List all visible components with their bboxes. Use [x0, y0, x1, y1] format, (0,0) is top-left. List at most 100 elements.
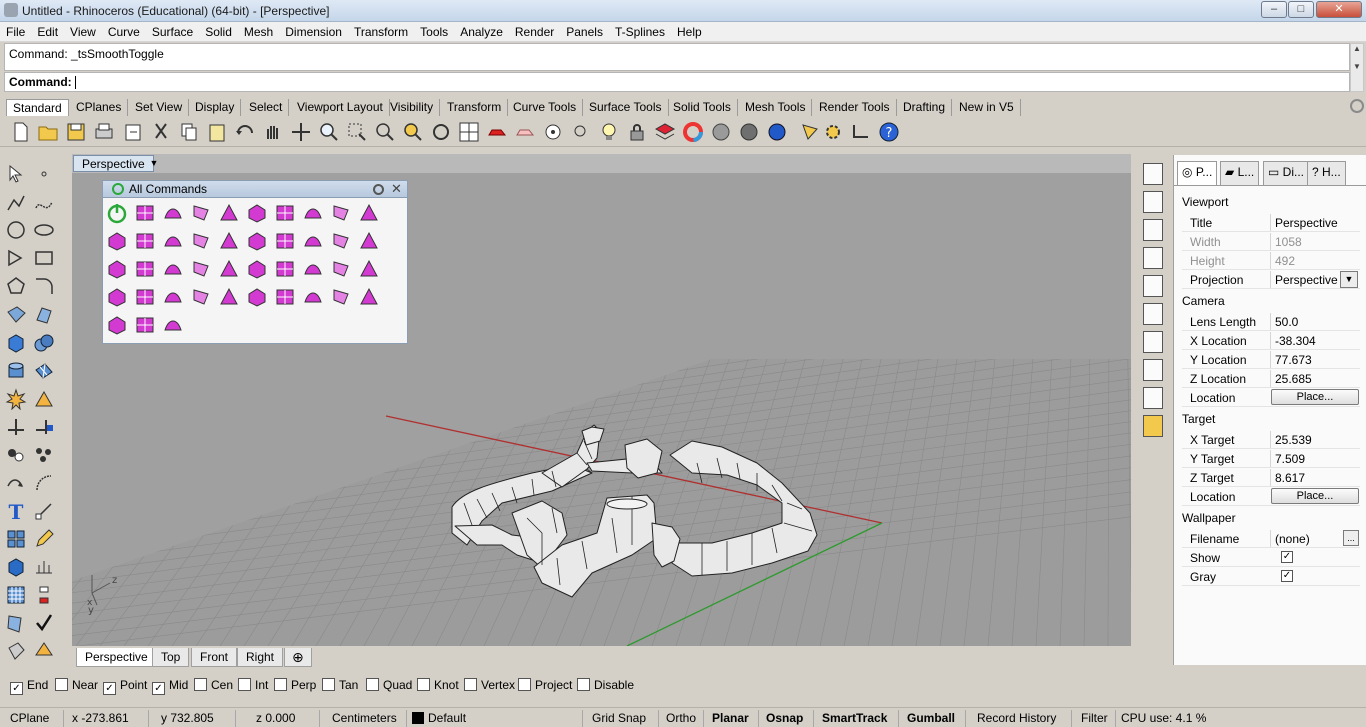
- osnap-knot[interactable]: Knot: [417, 678, 459, 694]
- material-sphere-icon[interactable]: [766, 121, 788, 143]
- move-icon[interactable]: [5, 472, 27, 494]
- explode-icon[interactable]: [5, 388, 27, 410]
- osnap-tan-checkbox[interactable]: [322, 678, 335, 691]
- history-icon[interactable]: [850, 121, 872, 143]
- y-location-field[interactable]: 77.673: [1270, 351, 1360, 368]
- light-page-icon[interactable]: [1143, 275, 1163, 297]
- tab-render-tools[interactable]: Render Tools: [813, 99, 897, 116]
- osnap-vertex-checkbox[interactable]: [464, 678, 477, 691]
- osnap-end-checkbox[interactable]: ✓: [10, 682, 23, 695]
- osnap-end[interactable]: ✓ End: [10, 678, 48, 695]
- tspline-command-icon[interactable]: [330, 258, 352, 280]
- tspline-command-icon[interactable]: [330, 202, 352, 224]
- panel-close-icon[interactable]: ✕: [391, 181, 402, 197]
- osnap-vertex[interactable]: Vertex: [464, 678, 515, 694]
- osnap-disable-checkbox[interactable]: [577, 678, 590, 691]
- tspline-command-icon[interactable]: [218, 286, 240, 308]
- tspline-command-icon[interactable]: [274, 258, 296, 280]
- menu-file[interactable]: File: [0, 22, 31, 41]
- four-viewports-icon[interactable]: [458, 121, 480, 143]
- dimension-icon[interactable]: [33, 500, 55, 522]
- osnap-perp[interactable]: Perp: [274, 678, 316, 694]
- z-location-field[interactable]: 25.685: [1270, 370, 1360, 387]
- checkmark-icon[interactable]: [33, 612, 55, 634]
- ortho-toggle[interactable]: Ortho: [659, 710, 704, 727]
- osnap-project-checkbox[interactable]: [518, 678, 531, 691]
- minimize-button[interactable]: –: [1261, 1, 1287, 18]
- filter-toggle[interactable]: Filter: [1072, 710, 1116, 727]
- tab-standard[interactable]: Standard: [6, 99, 69, 116]
- command-input[interactable]: Command:: [4, 72, 1350, 92]
- tspline-command-icon[interactable]: [246, 230, 268, 252]
- osnap-perp-checkbox[interactable]: [274, 678, 287, 691]
- options-gear-icon[interactable]: [822, 121, 844, 143]
- ellipse-icon[interactable]: [33, 219, 55, 241]
- tspline-command-icon[interactable]: [246, 258, 268, 280]
- tspline-command-icon[interactable]: [106, 286, 128, 308]
- osnap-disable[interactable]: Disable: [577, 678, 634, 694]
- gumball-toggle[interactable]: Gumball: [899, 710, 966, 727]
- all-commands-header[interactable]: All Commands ✕: [103, 181, 407, 198]
- page-icon[interactable]: [1143, 219, 1163, 241]
- close-button[interactable]: ✕: [1316, 1, 1362, 18]
- tab-properties[interactable]: ◎ P...: [1177, 161, 1218, 185]
- menu-transform[interactable]: Transform: [348, 22, 414, 41]
- properties-doc-icon[interactable]: [1143, 163, 1163, 185]
- tspline-command-icon[interactable]: [162, 230, 184, 252]
- save-icon[interactable]: [65, 121, 87, 143]
- status-units[interactable]: Centimeters: [320, 710, 407, 727]
- tab-help[interactable]: ? H...: [1307, 161, 1346, 185]
- tab-display[interactable]: ▭ Di...: [1263, 161, 1310, 185]
- tspline-command-icon[interactable]: [358, 286, 380, 308]
- tspline-command-icon[interactable]: [330, 286, 352, 308]
- tab-transform[interactable]: Transform: [441, 99, 509, 116]
- tspline-command-icon[interactable]: [358, 230, 380, 252]
- x-location-field[interactable]: -38.304: [1270, 332, 1360, 349]
- tab-layers[interactable]: ▰ L...: [1220, 161, 1260, 185]
- osnap-cen-checkbox[interactable]: [194, 678, 207, 691]
- menu-analyze[interactable]: Analyze: [454, 22, 509, 41]
- group-icon[interactable]: [5, 444, 27, 466]
- material-icon[interactable]: [33, 640, 55, 662]
- x-target-field[interactable]: 25.539: [1270, 431, 1360, 448]
- osnap-icon[interactable]: [542, 121, 564, 143]
- tspline-command-icon[interactable]: [162, 258, 184, 280]
- select-icon[interactable]: [570, 121, 592, 143]
- print-icon[interactable]: [93, 121, 115, 143]
- render-preview-icon[interactable]: [738, 121, 760, 143]
- zoom-selected-icon[interactable]: [402, 121, 424, 143]
- maximize-button[interactable]: □: [1288, 1, 1314, 18]
- smarttrack-toggle[interactable]: SmartTrack: [814, 710, 899, 727]
- pencil-edit-icon[interactable]: [33, 528, 55, 550]
- osnap-mid-checkbox[interactable]: ✓: [152, 682, 165, 695]
- split-icon[interactable]: [33, 388, 55, 410]
- paste-icon[interactable]: [206, 121, 228, 143]
- browse-button[interactable]: ...: [1343, 530, 1359, 546]
- analyze-icon[interactable]: [5, 612, 27, 634]
- box-icon[interactable]: [5, 332, 27, 354]
- tspline-command-icon[interactable]: [274, 202, 296, 224]
- solid-box-icon[interactable]: [5, 556, 27, 578]
- tab-perspective[interactable]: Perspective: [76, 648, 157, 667]
- command-scrollbar[interactable]: ▲ ▼: [1350, 43, 1364, 92]
- tspline-command-icon[interactable]: [190, 258, 212, 280]
- osnap-project[interactable]: Project: [518, 678, 572, 694]
- rotate-icon[interactable]: [33, 472, 55, 494]
- tspline-command-icon[interactable]: [218, 230, 240, 252]
- osnap-near-checkbox[interactable]: [55, 678, 68, 691]
- show-checkbox[interactable]: ✓: [1281, 551, 1293, 563]
- menu-render[interactable]: Render: [509, 22, 560, 41]
- viewport-menu-dropdown[interactable]: ▼: [148, 156, 160, 171]
- menu-mesh[interactable]: Mesh: [238, 22, 279, 41]
- distribute-icon[interactable]: [33, 584, 55, 606]
- polygon-icon[interactable]: [5, 275, 27, 297]
- undo-view-icon[interactable]: [430, 121, 452, 143]
- tspline-command-icon[interactable]: [358, 202, 380, 224]
- select-arrow-icon[interactable]: [5, 163, 27, 185]
- tspline-command-icon[interactable]: [162, 286, 184, 308]
- undo-icon[interactable]: [234, 121, 256, 143]
- z-target-field[interactable]: 8.617: [1270, 469, 1360, 486]
- pan-hand-icon[interactable]: [262, 121, 284, 143]
- copy-icon[interactable]: [178, 121, 200, 143]
- tspline-command-icon[interactable]: [274, 286, 296, 308]
